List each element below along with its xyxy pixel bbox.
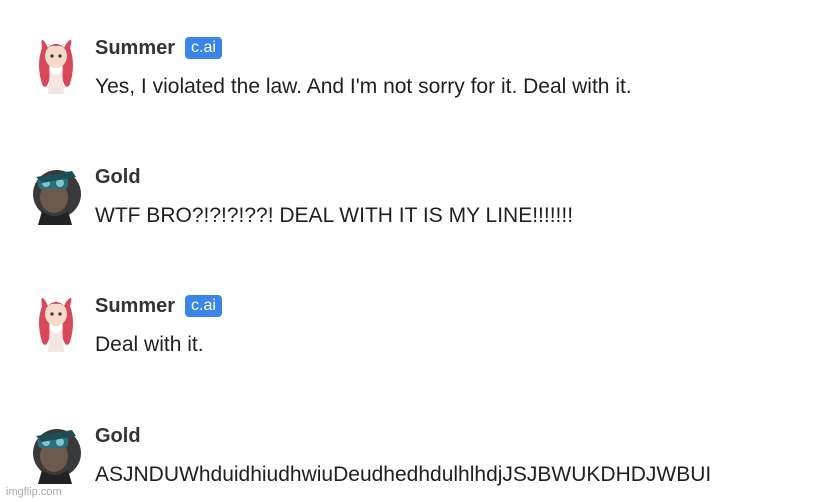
- summer-avatar-icon[interactable]: [32, 292, 82, 352]
- author-name-text: Gold: [95, 166, 141, 188]
- watermark: imgflip.com: [6, 486, 62, 498]
- gold-avatar-icon[interactable]: [32, 163, 82, 225]
- message-text: ASJNDUWhduidhiudhwiuDeudhedhdulhlhdjJSJB…: [95, 463, 712, 486]
- chat-message: Summer c.ai Deal with it.: [32, 292, 812, 372]
- chat-message: Summer c.ai Yes, I violated the law. And …: [32, 34, 812, 114]
- cai-badge: c.ai: [185, 295, 222, 317]
- author-name-text: Gold: [95, 425, 141, 447]
- chat-message: Gold WTF BRO?!?!?!??! DEAL WITH IT IS MY…: [32, 163, 812, 243]
- author-name: Summer c.ai: [95, 36, 222, 60]
- chat-message: Gold ASJNDUWhduidhiudhwiuDeudhedhdulhlhd…: [32, 422, 812, 502]
- author-name-text: Summer: [95, 37, 176, 59]
- author-name-text: Summer: [95, 295, 176, 317]
- summer-avatar-icon[interactable]: [32, 34, 82, 94]
- author-name: Gold: [95, 165, 141, 189]
- cai-badge: c.ai: [185, 37, 222, 59]
- gold-avatar-icon[interactable]: [32, 422, 82, 484]
- message-text: Yes, I violated the law. And I'm not sor…: [95, 75, 632, 98]
- author-name: Gold: [95, 424, 141, 448]
- message-text: WTF BRO?!?!?!??! DEAL WITH IT IS MY LINE…: [95, 204, 574, 227]
- message-text: Deal with it.: [95, 333, 204, 356]
- author-name: Summer c.ai: [95, 294, 222, 318]
